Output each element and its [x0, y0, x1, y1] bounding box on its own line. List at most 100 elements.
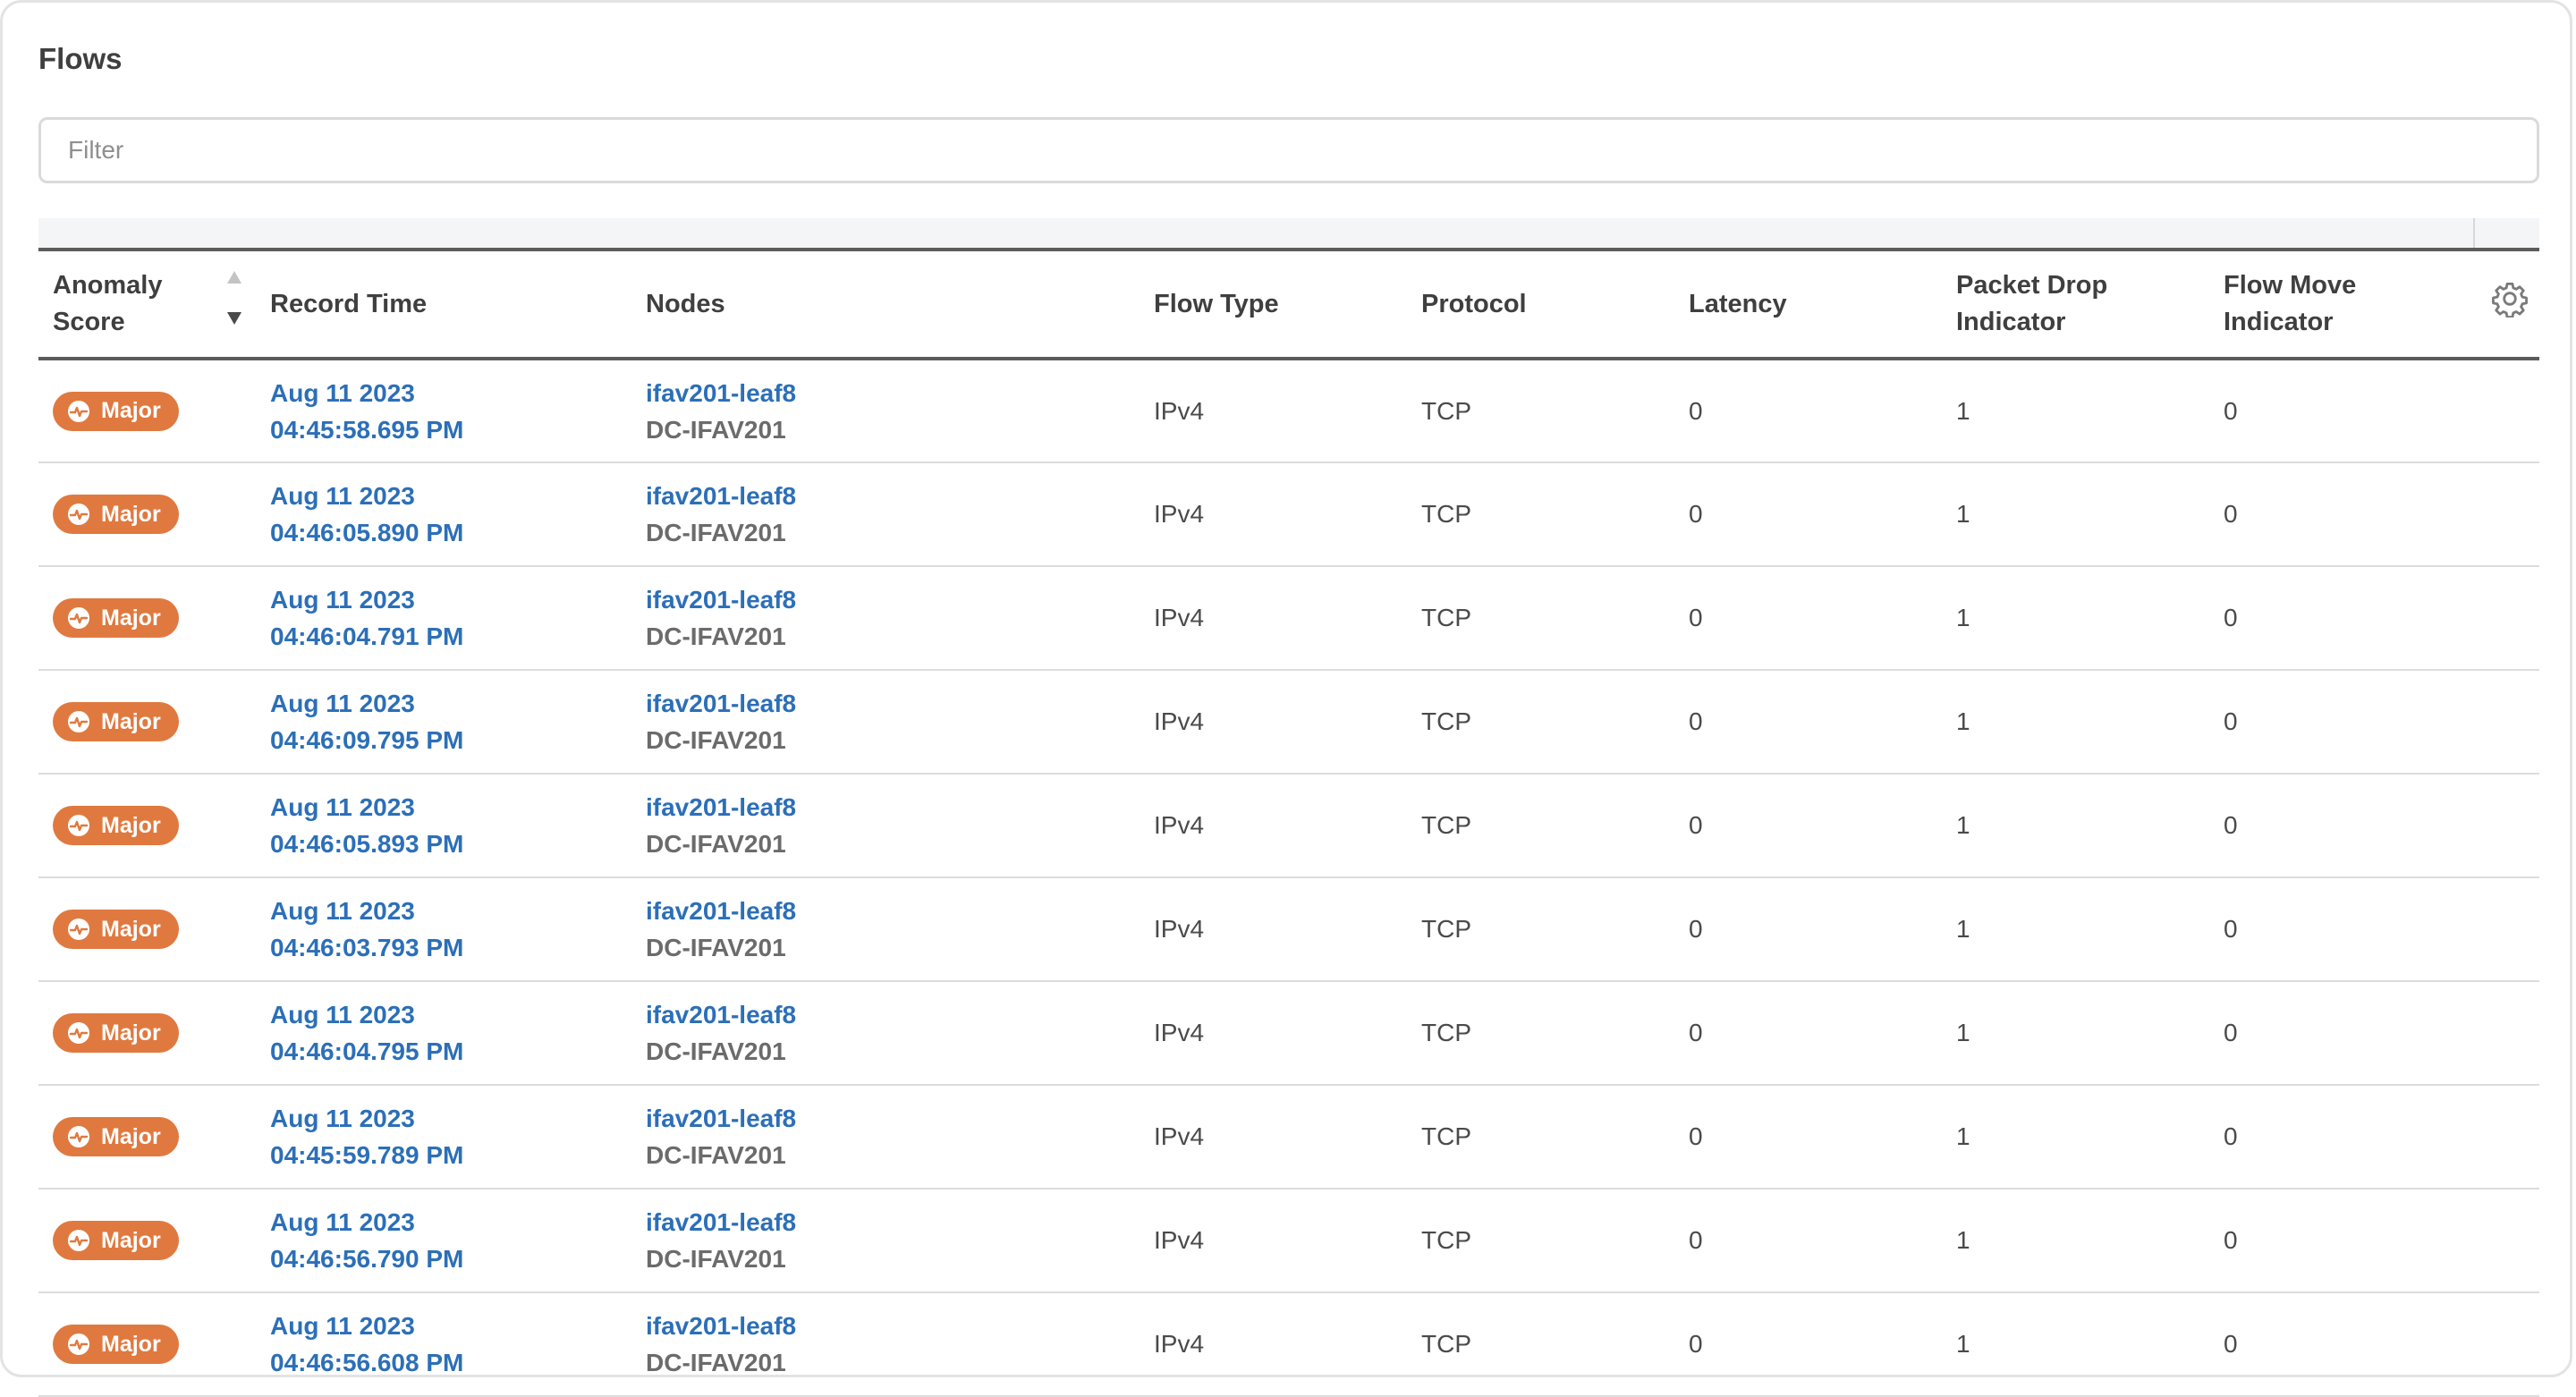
anomaly-score-badge[interactable]: Major — [53, 806, 179, 845]
cell-latency: 0 — [1689, 707, 1703, 735]
cell-anomaly-score: Major — [38, 359, 256, 462]
cell-anomaly-score: Major — [38, 1189, 256, 1292]
node-link[interactable]: ifav201-leaf8 — [646, 893, 1140, 929]
anomaly-score-badge[interactable]: Major — [53, 495, 179, 534]
record-time: 04:45:58.695 PM — [270, 415, 464, 444]
filter-input[interactable] — [38, 117, 2539, 183]
column-header-record-time[interactable]: Record Time — [256, 250, 631, 359]
cell-flow-move: 0 — [2224, 811, 2238, 839]
node-site: DC-IFAV201 — [646, 726, 786, 754]
table-row[interactable]: Major Aug 11 2023 04:46:03.793 PM ifav20… — [38, 877, 2539, 981]
table-row[interactable]: Major Aug 11 2023 04:45:59.789 PM ifav20… — [38, 1085, 2539, 1189]
cell-latency: 0 — [1689, 1226, 1703, 1254]
column-header-flow-type[interactable]: Flow Type — [1140, 250, 1407, 359]
node-link[interactable]: ifav201-leaf8 — [646, 1100, 1140, 1137]
column-settings[interactable] — [2477, 250, 2539, 359]
record-time: 04:45:59.789 PM — [270, 1141, 464, 1169]
cell-packet-drop: 1 — [1956, 811, 1970, 839]
table-row[interactable]: Major Aug 11 2023 04:46:56.608 PM ifav20… — [38, 1292, 2539, 1396]
cell-empty — [2477, 566, 2539, 670]
column-header-anomaly-score[interactable]: Anomaly Score — [38, 250, 256, 359]
record-time-link[interactable]: Aug 11 2023 04:46:56.790 PM — [270, 1204, 631, 1277]
anomaly-score-badge[interactable]: Major — [53, 1117, 179, 1156]
heartbeat-icon — [68, 711, 89, 732]
anomaly-score-badge[interactable]: Major — [53, 598, 179, 638]
table-header-row: Anomaly Score Record Time Nodes Flow Typ… — [38, 250, 2539, 359]
record-time-link[interactable]: Aug 11 2023 04:46:04.791 PM — [270, 581, 631, 655]
anomaly-score-label: Major — [101, 1227, 161, 1253]
record-time-link[interactable]: Aug 11 2023 04:46:56.608 PM — [270, 1308, 631, 1381]
gear-icon[interactable] — [2491, 280, 2529, 318]
cell-packet-drop: 1 — [1956, 707, 1970, 735]
cell-anomaly-score: Major — [38, 877, 256, 981]
table-row[interactable]: Major Aug 11 2023 04:45:58.695 PM ifav20… — [38, 359, 2539, 462]
cell-anomaly-score: Major — [38, 670, 256, 774]
record-date: Aug 11 2023 — [270, 793, 415, 821]
flows-panel: Flows Anomaly Score — [0, 0, 2572, 1396]
record-date: Aug 11 2023 — [270, 897, 415, 925]
anomaly-score-badge[interactable]: Major — [53, 1325, 179, 1364]
node-link[interactable]: ifav201-leaf8 — [646, 478, 1140, 514]
column-header-packet-drop-indicator[interactable]: Packet Drop Indicator — [1942, 250, 2209, 359]
record-time-link[interactable]: Aug 11 2023 04:45:59.789 PM — [270, 1100, 631, 1173]
heartbeat-icon — [68, 1230, 89, 1251]
cell-protocol: TCP — [1421, 1019, 1471, 1046]
anomaly-score-badge[interactable]: Major — [53, 391, 179, 431]
table-row[interactable]: Major Aug 11 2023 04:46:05.890 PM ifav20… — [38, 462, 2539, 566]
table-row[interactable]: Major Aug 11 2023 04:46:04.795 PM ifav20… — [38, 981, 2539, 1085]
record-time-link[interactable]: Aug 11 2023 04:46:04.795 PM — [270, 996, 631, 1070]
cell-flow-move: 0 — [2224, 1226, 2238, 1254]
record-time-link[interactable]: Aug 11 2023 04:46:05.893 PM — [270, 789, 631, 862]
record-time-link[interactable]: Aug 11 2023 04:46:09.795 PM — [270, 685, 631, 758]
cell-flow-type: IPv4 — [1154, 1122, 1205, 1150]
cell-flow-move: 0 — [2224, 707, 2238, 735]
table-row[interactable]: Major Aug 11 2023 04:46:04.791 PM ifav20… — [38, 566, 2539, 670]
column-header-latency[interactable]: Latency — [1674, 250, 1942, 359]
sort-icon[interactable] — [220, 267, 247, 339]
cell-record-time: Aug 11 2023 04:46:03.793 PM — [256, 877, 631, 981]
anomaly-score-badge[interactable]: Major — [53, 1221, 179, 1260]
column-header-protocol[interactable]: Protocol — [1407, 250, 1674, 359]
record-time: 04:46:09.795 PM — [270, 726, 464, 754]
cell-record-time: Aug 11 2023 04:46:05.890 PM — [256, 462, 631, 566]
node-link[interactable]: ifav201-leaf8 — [646, 996, 1140, 1033]
heartbeat-icon — [68, 919, 89, 940]
anomaly-score-badge[interactable]: Major — [53, 702, 179, 741]
cell-nodes: ifav201-leaf8 DC-IFAV201 — [631, 359, 1140, 462]
node-link[interactable]: ifav201-leaf8 — [646, 685, 1140, 722]
table-body: Major Aug 11 2023 04:45:58.695 PM ifav20… — [38, 359, 2539, 1396]
table-row[interactable]: Major Aug 11 2023 04:46:56.790 PM ifav20… — [38, 1189, 2539, 1292]
node-site: DC-IFAV201 — [646, 1037, 786, 1065]
record-time-link[interactable]: Aug 11 2023 04:45:58.695 PM — [270, 375, 631, 448]
anomaly-score-badge[interactable]: Major — [53, 910, 179, 949]
anomaly-score-badge[interactable]: Major — [53, 1013, 179, 1053]
table-row[interactable]: Major Aug 11 2023 04:46:09.795 PM ifav20… — [38, 670, 2539, 774]
record-time-link[interactable]: Aug 11 2023 04:46:03.793 PM — [270, 893, 631, 966]
column-header-label: Latency — [1689, 289, 1787, 318]
cell-packet-drop: 1 — [1956, 1122, 1970, 1150]
column-header-nodes[interactable]: Nodes — [631, 250, 1140, 359]
record-time-link[interactable]: Aug 11 2023 04:46:05.890 PM — [270, 478, 631, 551]
node-link[interactable]: ifav201-leaf8 — [646, 375, 1140, 411]
cell-nodes: ifav201-leaf8 DC-IFAV201 — [631, 981, 1140, 1085]
record-date: Aug 11 2023 — [270, 1001, 415, 1029]
column-header-label: Nodes — [646, 289, 725, 318]
table-row[interactable]: Major Aug 11 2023 04:46:05.893 PM ifav20… — [38, 774, 2539, 877]
node-site: DC-IFAV201 — [646, 622, 786, 650]
node-link[interactable]: ifav201-leaf8 — [646, 1308, 1140, 1344]
node-link[interactable]: ifav201-leaf8 — [646, 1204, 1140, 1240]
cell-flow-type: IPv4 — [1154, 500, 1205, 528]
node-link[interactable]: ifav201-leaf8 — [646, 581, 1140, 618]
cell-flow-type: IPv4 — [1154, 1226, 1205, 1254]
cell-flow-type: IPv4 — [1154, 915, 1205, 943]
sort-ascending-icon — [227, 271, 242, 284]
cell-nodes: ifav201-leaf8 DC-IFAV201 — [631, 462, 1140, 566]
column-header-flow-move-indicator[interactable]: Flow Move Indicator — [2209, 250, 2477, 359]
cell-record-time: Aug 11 2023 04:46:56.790 PM — [256, 1189, 631, 1292]
anomaly-score-label: Major — [101, 1020, 161, 1046]
cell-nodes: ifav201-leaf8 DC-IFAV201 — [631, 877, 1140, 981]
cell-flow-move: 0 — [2224, 396, 2238, 425]
cell-anomaly-score: Major — [38, 1292, 256, 1396]
node-link[interactable]: ifav201-leaf8 — [646, 789, 1140, 826]
flows-table-container: Anomaly Score Record Time Nodes Flow Typ… — [38, 248, 2539, 1397]
